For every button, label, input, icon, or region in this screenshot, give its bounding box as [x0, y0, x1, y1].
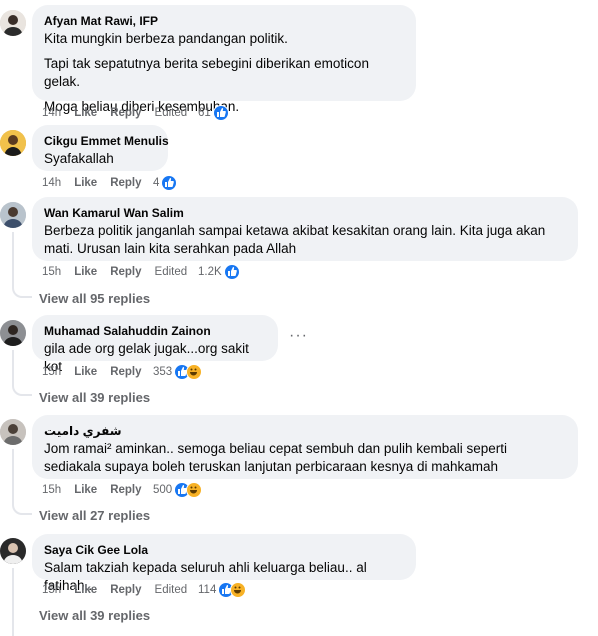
- comment-timestamp[interactable]: 15h: [42, 584, 61, 596]
- edited-label[interactable]: Edited: [155, 107, 188, 119]
- reaction-count: 114: [198, 584, 217, 596]
- reaction-summary[interactable]: 500: [153, 481, 203, 499]
- comment-bubble: Afyan Mat Rawi, IFP Kita mungkin berbeza…: [32, 5, 416, 114]
- comment-actions: 14h Like Reply Edited: [42, 104, 200, 122]
- comment-actions: 15h Like Reply: [42, 481, 155, 499]
- comment-bubble: Cikgu Emmet Menulis Syafakallah: [32, 125, 169, 171]
- comment-author[interactable]: شفري داميت: [44, 423, 566, 439]
- haha-icon: [186, 482, 203, 498]
- thread-line: [12, 449, 14, 505]
- comment-timestamp[interactable]: 15h: [42, 266, 61, 278]
- like-button[interactable]: Like: [74, 266, 97, 278]
- comment-actions: 15h Like Reply Edited: [42, 263, 200, 281]
- comment-author[interactable]: Afyan Mat Rawi, IFP: [44, 13, 404, 29]
- avatar[interactable]: [0, 202, 26, 228]
- like-button[interactable]: Like: [74, 484, 97, 496]
- thread-line: [12, 568, 14, 636]
- like-button[interactable]: Like: [74, 177, 97, 189]
- reaction-summary[interactable]: 61: [198, 104, 229, 122]
- comment-timestamp[interactable]: 14h: [42, 177, 61, 189]
- reaction-summary[interactable]: 4: [153, 174, 178, 192]
- avatar[interactable]: [0, 419, 26, 445]
- comment-text: Tapi tak sepatutnya berita sebegini dibe…: [44, 56, 369, 89]
- comment-timestamp[interactable]: 15h: [42, 484, 61, 496]
- comment-author[interactable]: Wan Kamarul Wan Salim: [44, 205, 566, 221]
- reaction-count: 1.2K: [198, 266, 222, 278]
- comment-bubble: Saya Cik Gee Lola Salam takziah kepada s…: [32, 534, 416, 593]
- reply-button[interactable]: Reply: [110, 584, 141, 596]
- haha-icon: [230, 582, 247, 598]
- comment-text: Kita mungkin berbeza pandangan politik.: [44, 31, 288, 46]
- reply-button[interactable]: Reply: [110, 177, 141, 189]
- reply-button[interactable]: Reply: [110, 484, 141, 496]
- comment-author[interactable]: Cikgu Emmet Menulis: [44, 133, 169, 149]
- avatar[interactable]: [0, 320, 26, 346]
- reply-button[interactable]: Reply: [110, 107, 141, 119]
- like-icon: [161, 175, 178, 191]
- thread-connector: [12, 384, 32, 396]
- like-icon: [212, 105, 229, 121]
- avatar[interactable]: [0, 538, 26, 564]
- view-replies-link[interactable]: View all 39 replies: [39, 608, 150, 623]
- view-replies-link[interactable]: View all 27 replies: [39, 508, 150, 523]
- like-button[interactable]: Like: [74, 366, 97, 378]
- comment-text: Jom ramai² aminkan.. semoga beliau cepat…: [44, 441, 507, 474]
- thread-line: [12, 350, 14, 386]
- reaction-count: 4: [153, 177, 160, 189]
- avatar[interactable]: [0, 10, 26, 36]
- reaction-count: 500: [153, 484, 173, 496]
- comment-actions: 15h Like Reply: [42, 363, 155, 381]
- comment-timestamp[interactable]: 15h: [42, 366, 61, 378]
- comment-author[interactable]: Saya Cik Gee Lola: [44, 542, 404, 558]
- comment-text: Syafakallah: [44, 151, 114, 166]
- reply-button[interactable]: Reply: [110, 366, 141, 378]
- like-icon: [223, 264, 240, 280]
- thread-connector: [12, 503, 32, 515]
- reaction-count: 353: [153, 366, 173, 378]
- comment-bubble: شفري داميت Jom ramai² aminkan.. semoga b…: [32, 415, 578, 479]
- reaction-count: 61: [198, 107, 211, 119]
- like-button[interactable]: Like: [74, 107, 97, 119]
- haha-icon: [186, 364, 203, 380]
- comment-text: Berbeza politik janganlah sampai ketawa …: [44, 223, 546, 256]
- like-button[interactable]: Like: [74, 584, 97, 596]
- comment-timestamp[interactable]: 14h: [42, 107, 61, 119]
- view-replies-link[interactable]: View all 39 replies: [39, 390, 150, 405]
- reaction-summary[interactable]: 114: [198, 581, 247, 599]
- avatar[interactable]: [0, 130, 26, 156]
- edited-label[interactable]: Edited: [155, 584, 188, 596]
- more-options-icon[interactable]: ···: [289, 327, 308, 345]
- edited-label[interactable]: Edited: [155, 266, 188, 278]
- view-replies-link[interactable]: View all 95 replies: [39, 291, 150, 306]
- comment-bubble: Wan Kamarul Wan Salim Berbeza politik ja…: [32, 197, 578, 261]
- reaction-summary[interactable]: 353: [153, 363, 203, 381]
- comment-bubble: Muhamad Salahuddin Zainon gila ade org g…: [32, 315, 278, 374]
- thread-line: [12, 232, 14, 288]
- comment-actions: 14h Like Reply: [42, 174, 155, 192]
- reply-button[interactable]: Reply: [110, 266, 141, 278]
- comment-author[interactable]: Muhamad Salahuddin Zainon: [44, 323, 266, 339]
- reaction-summary[interactable]: 1.2K: [198, 263, 240, 281]
- comment-actions: 15h Like Reply Edited: [42, 581, 200, 599]
- thread-connector: [12, 286, 32, 298]
